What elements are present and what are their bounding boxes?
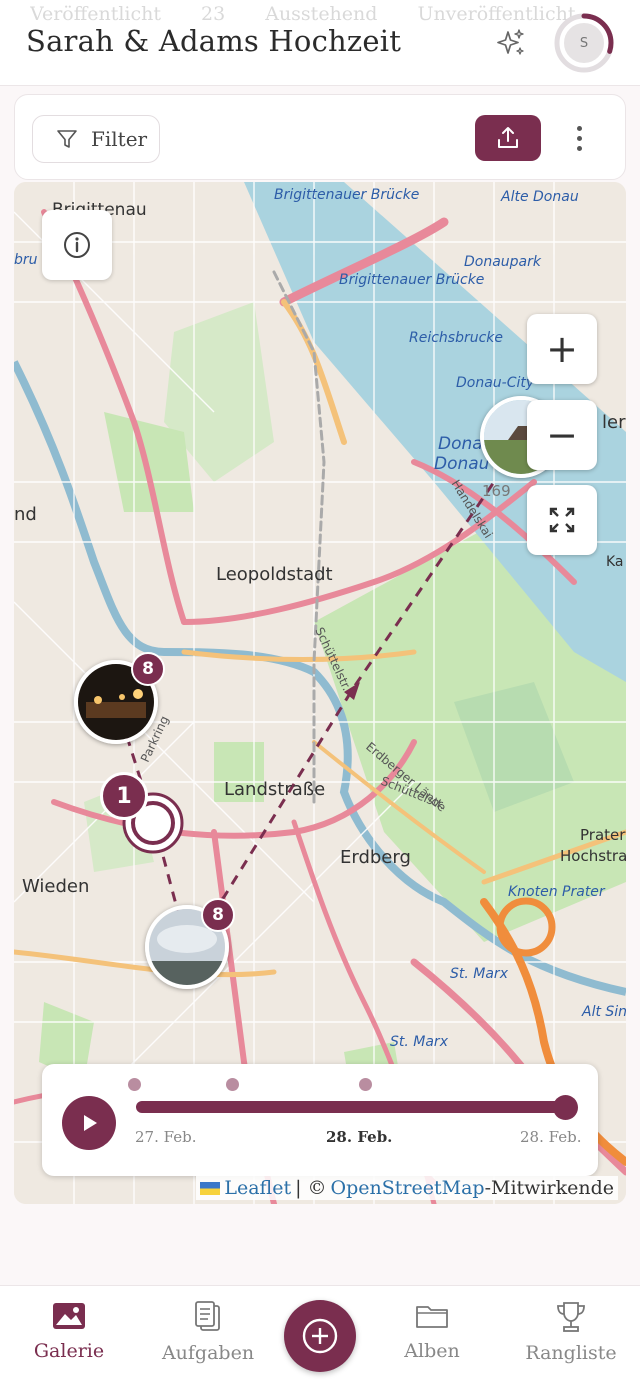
- timeline-event-dot[interactable]: [226, 1078, 239, 1091]
- plus-circle-icon: [302, 1318, 338, 1354]
- timeline-event-dot[interactable]: [359, 1078, 372, 1091]
- timeline-slider-handle[interactable]: [553, 1095, 578, 1120]
- nav-leaderboard[interactable]: Rangliste: [516, 1300, 626, 1364]
- timeline-event-dot[interactable]: [128, 1078, 141, 1091]
- info-icon: [64, 232, 90, 258]
- map-view[interactable]: Brigittenau Brigittenauer Brücke Alte Do…: [14, 182, 626, 1204]
- map-label-brigittenauer-bruecke-2: Brigittenauer Brücke: [339, 272, 485, 288]
- map-label-knoten-prater: Knoten Prater: [508, 884, 605, 900]
- gallery-toolbar: Filter: [14, 94, 626, 180]
- sparkle-icon[interactable]: [495, 27, 527, 59]
- fullscreen-button[interactable]: [527, 485, 597, 555]
- single-marker-badge: 1: [100, 772, 148, 820]
- bottom-navigation: Galerie Aufgaben Alben Rangliste: [0, 1285, 640, 1385]
- map-label-reichsbrucke: Reichsbrucke: [409, 330, 504, 346]
- ukraine-flag-icon: [200, 1181, 221, 1195]
- image-icon: [53, 1303, 85, 1329]
- filter-icon: [57, 130, 77, 148]
- nav-gallery[interactable]: Galerie: [14, 1300, 124, 1362]
- nav-leaderboard-label: Rangliste: [525, 1342, 617, 1364]
- attribution-separator: | ©: [295, 1177, 327, 1199]
- timeline-date-end: 28. Feb.: [520, 1128, 582, 1146]
- map-label-wieden: Wieden: [22, 876, 90, 897]
- play-button[interactable]: [62, 1096, 116, 1150]
- map-label-ka: Ka: [606, 554, 624, 570]
- map-label-st-marx-2: St. Marx: [390, 1034, 448, 1050]
- app-header: Veröffentlicht 23 Ausstehend Unveröffent…: [0, 0, 640, 86]
- map-label-donau-city: Donau-City: [456, 375, 535, 391]
- attribution-suffix: -Mitwirkende: [484, 1177, 614, 1199]
- nav-tasks[interactable]: Aufgaben: [153, 1300, 263, 1364]
- zoom-out-button[interactable]: −: [527, 400, 597, 470]
- nav-gallery-label: Galerie: [33, 1340, 105, 1362]
- upload-button[interactable]: [475, 115, 541, 161]
- timeline-panel: 27. Feb. 28. Feb. 28. Feb.: [42, 1064, 598, 1176]
- filter-label: Filter: [91, 127, 148, 151]
- clipboard-icon: [195, 1301, 220, 1331]
- map-attribution: Leaflet | © OpenStreetMap -Mitwirkende: [196, 1176, 618, 1200]
- map-label-hochstra: Hochstra: [560, 847, 626, 865]
- add-button[interactable]: [284, 1300, 356, 1372]
- map-label-st-marx: St. Marx: [450, 966, 508, 982]
- avatar[interactable]: S: [562, 21, 606, 65]
- map-label-donau-2: Donau: [434, 454, 490, 474]
- timeline-date-start: 27. Feb.: [135, 1128, 197, 1146]
- upload-icon: [498, 127, 518, 148]
- map-label-donaupark: Donaupark: [464, 254, 541, 270]
- timeline-track[interactable]: [136, 1101, 566, 1113]
- map-label-brigittenauer-bruecke: Brigittenauer Brücke: [274, 187, 420, 203]
- map-info-button[interactable]: [42, 210, 112, 280]
- tab-unpublished[interactable]: Unveröffentlicht: [417, 0, 575, 30]
- filter-button[interactable]: Filter: [32, 115, 160, 163]
- nav-albums[interactable]: Alben: [377, 1300, 487, 1362]
- map-label-alte-donau: Alte Donau: [501, 189, 579, 205]
- map-label-alt-sim: Alt Sin: [582, 1004, 626, 1020]
- avatar-initial: S: [579, 35, 589, 51]
- fullscreen-icon: [549, 507, 575, 533]
- cluster-count-badge: 8: [201, 898, 235, 932]
- trophy-icon: [557, 1302, 585, 1332]
- nav-albums-label: Alben: [404, 1340, 460, 1362]
- zoom-in-button[interactable]: +: [527, 314, 597, 384]
- page-title: Sarah & Adams Hochzeit: [26, 24, 402, 58]
- cluster-count-badge: 8: [131, 652, 165, 686]
- folder-icon: [416, 1306, 448, 1328]
- map-label-leopoldstadt: Leopoldstadt: [216, 564, 333, 585]
- play-icon: [84, 1115, 97, 1131]
- timeline-date-current: 28. Feb.: [326, 1128, 393, 1146]
- osm-link[interactable]: OpenStreetMap: [331, 1177, 485, 1199]
- map-label-prater: Prater: [580, 826, 626, 844]
- map-label-ler: ler: [602, 412, 626, 433]
- map-label-landstrasse: Landstraße: [224, 779, 326, 800]
- map-label-bru: bru: [14, 252, 38, 268]
- map-label-nd: nd: [14, 504, 37, 525]
- app-root: Veröffentlicht 23 Ausstehend Unveröffent…: [0, 0, 640, 1385]
- leaflet-link[interactable]: Leaflet: [224, 1177, 291, 1199]
- map-label-169: 169: [482, 482, 511, 500]
- more-vertical-icon[interactable]: [563, 115, 595, 161]
- nav-tasks-label: Aufgaben: [161, 1342, 255, 1364]
- map-label-erdberg: Erdberg: [340, 847, 411, 868]
